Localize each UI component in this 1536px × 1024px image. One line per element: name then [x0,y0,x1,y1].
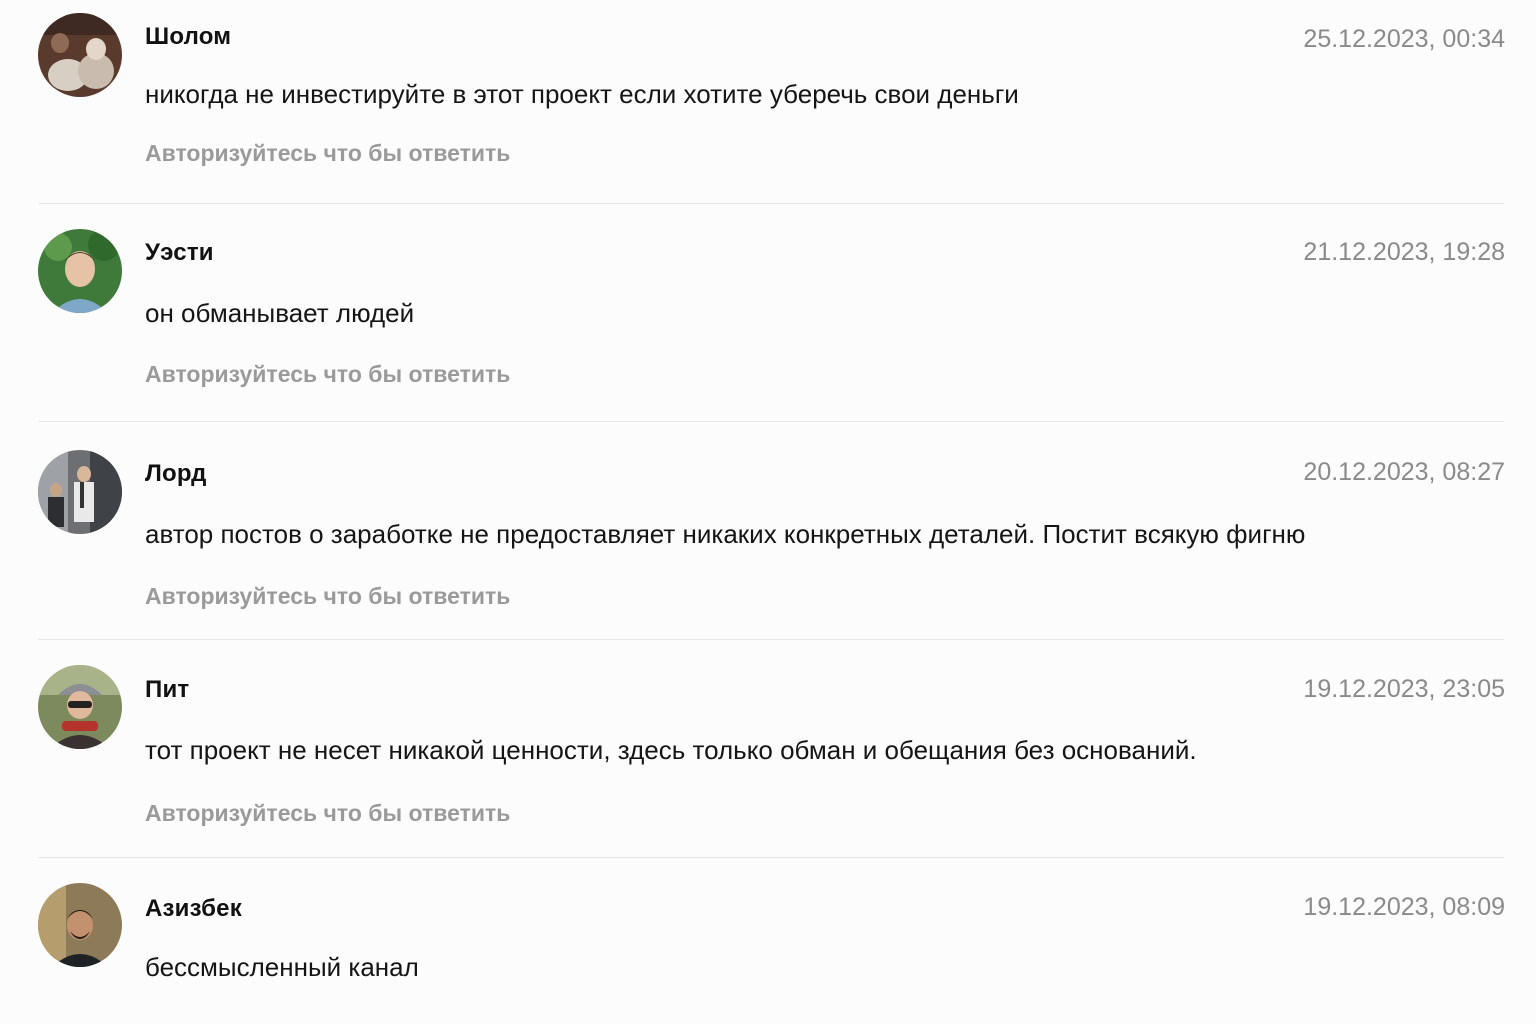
avatar[interactable] [38,665,122,749]
avatar[interactable] [38,883,122,967]
comment-author[interactable]: Пит [145,676,189,704]
divider [38,421,1504,422]
comment-date: 19.12.2023, 23:05 [1303,675,1505,703]
avatar[interactable] [38,229,122,313]
comment-date: 19.12.2023, 08:09 [1303,893,1505,921]
avatar[interactable] [38,13,122,97]
comments-list: Шолом 25.12.2023, 00:34 никогда не инвес… [0,0,1536,1024]
comment-author[interactable]: Лорд [145,460,207,488]
comment-text: бессмысленный канал [145,952,419,982]
avatar[interactable] [38,450,122,534]
reply-link[interactable]: Авторизуйтесь что бы ответить [145,140,510,167]
comment-text: никогда не инвестируйте в этот проект ес… [145,79,1019,109]
divider [38,203,1504,204]
comment-author[interactable]: Уэсти [145,239,214,267]
comment-text: автор постов о заработке не предоставляе… [145,519,1306,549]
comment-author[interactable]: Шолом [145,23,231,51]
comment-text: он обманывает людей [145,298,415,328]
comment-text: тот проект не несет никакой ценности, зд… [145,735,1197,765]
reply-link[interactable]: Авторизуйтесь что бы ответить [145,583,510,610]
comment-date: 20.12.2023, 08:27 [1303,458,1505,486]
reply-link[interactable]: Авторизуйтесь что бы ответить [145,800,510,827]
comment-author[interactable]: Азизбек [145,895,242,923]
comment-date: 25.12.2023, 00:34 [1303,25,1505,53]
divider [38,857,1504,858]
divider [38,639,1504,640]
comment-date: 21.12.2023, 19:28 [1303,238,1505,266]
reply-link[interactable]: Авторизуйтесь что бы ответить [145,361,510,388]
